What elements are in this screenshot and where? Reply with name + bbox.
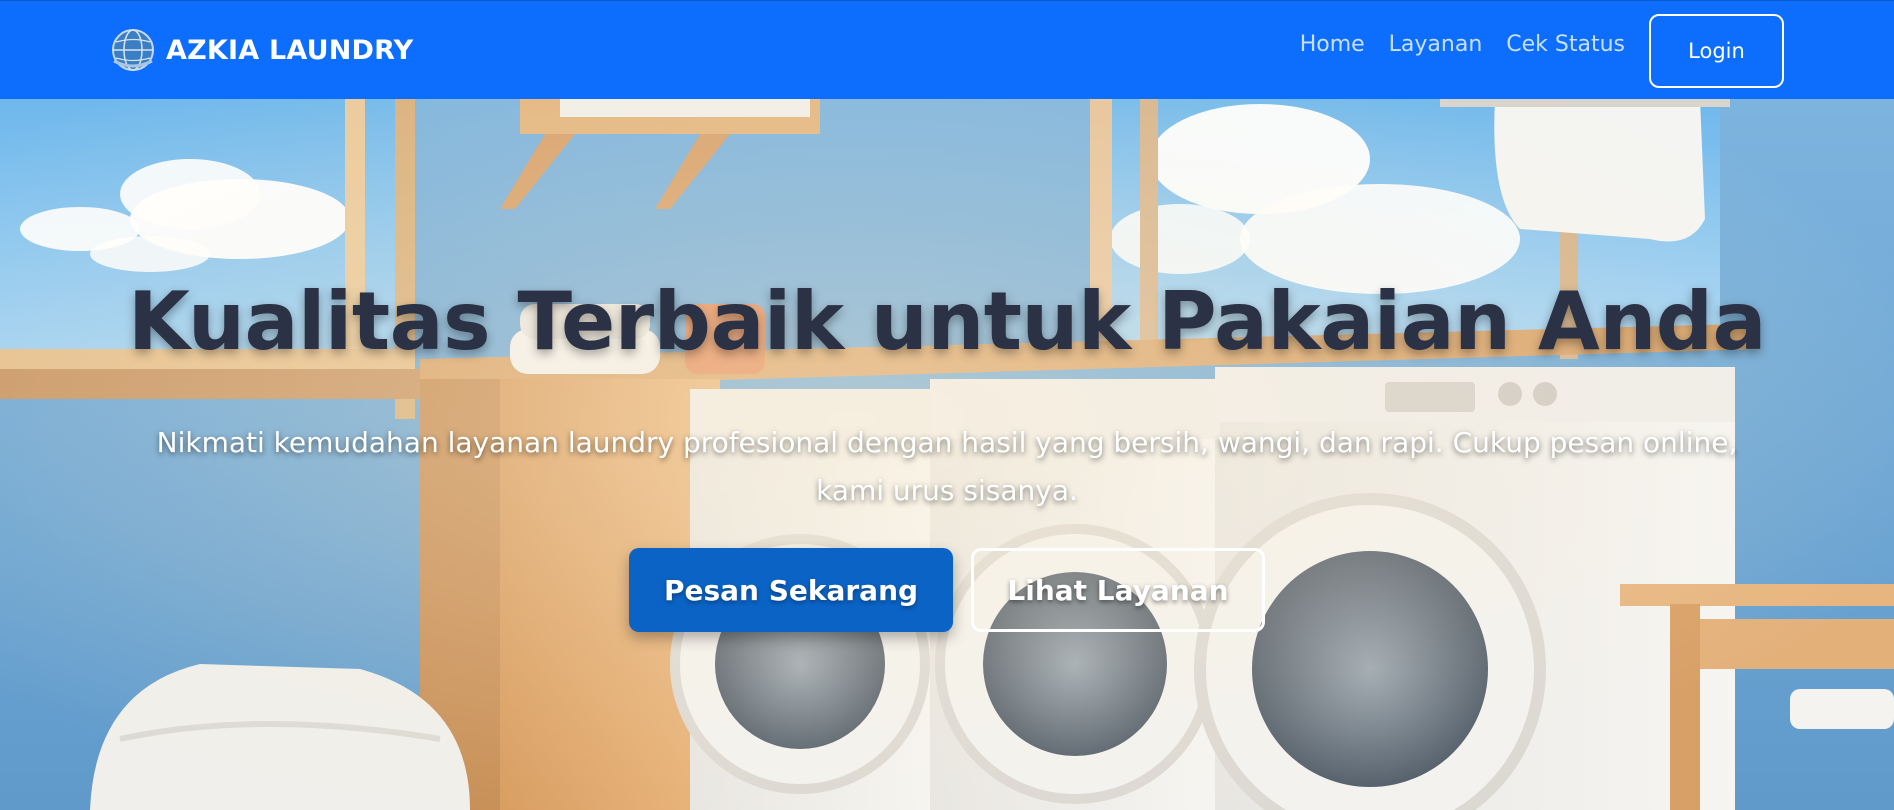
hero-section: Kualitas Terbaik untuk Pakaian Anda Nikm… [0, 99, 1894, 810]
nav-link-layanan[interactable]: Layanan [1389, 32, 1483, 57]
order-now-button[interactable]: Pesan Sekarang [629, 548, 953, 632]
hero-title: Kualitas Terbaik untuk Pakaian Anda [127, 275, 1767, 368]
top-navbar: AZKIA LAUNDRY Home Layanan Cek Status Lo… [0, 0, 1894, 99]
hero-content: Kualitas Terbaik untuk Pakaian Anda Nikm… [0, 99, 1894, 810]
globe-emblem-icon [112, 29, 154, 71]
brand[interactable]: AZKIA LAUNDRY [110, 27, 413, 73]
login-button[interactable]: Login [1649, 14, 1784, 88]
hero-subtitle: Nikmati kemudahan layanan laundry profes… [156, 426, 1738, 507]
brand-name: AZKIA LAUNDRY [166, 34, 414, 66]
view-services-button[interactable]: Lihat Layanan [971, 548, 1265, 632]
nav-link-cek-status[interactable]: Cek Status [1506, 32, 1625, 57]
nav-links: Home Layanan Cek Status Login [1300, 13, 1784, 89]
nav-link-home[interactable]: Home [1300, 32, 1365, 57]
hero-buttons: Pesan Sekarang Lihat Layanan [0, 548, 1894, 632]
